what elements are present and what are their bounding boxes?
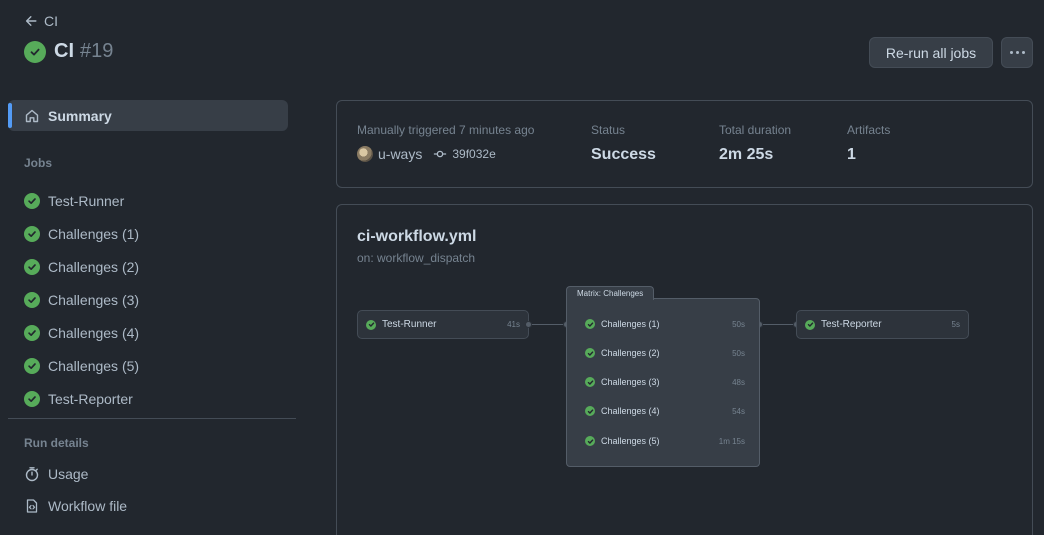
back-link-label: CI xyxy=(44,13,58,29)
matrix-job-label: Challenges (2) xyxy=(601,348,660,358)
run-number: #19 xyxy=(80,40,114,62)
check-circle-icon xyxy=(585,319,595,329)
check-circle-icon xyxy=(24,40,46,63)
commit-sha-link[interactable]: 39f032e xyxy=(452,147,495,161)
sidebar-job-item[interactable]: Test-Reporter xyxy=(24,382,284,415)
git-commit-icon xyxy=(434,150,447,158)
kebab-icon xyxy=(1009,51,1025,54)
graph-node-test-reporter[interactable]: Test-Reporter 5s xyxy=(796,310,969,339)
node-duration: 41s xyxy=(507,320,520,329)
sidebar-item-workflow-file[interactable]: Workflow file xyxy=(24,498,127,514)
check-circle-icon xyxy=(585,377,595,387)
avatar xyxy=(357,146,373,162)
active-indicator xyxy=(8,103,12,128)
check-circle-icon xyxy=(366,319,376,330)
check-circle-icon xyxy=(585,406,595,416)
matrix-job-duration: 50s xyxy=(732,319,745,329)
job-label: Challenges (5) xyxy=(48,357,140,374)
workflow-file-label: Workflow file xyxy=(48,498,128,514)
node-label: Test-Reporter xyxy=(821,319,882,330)
matrix-job-item[interactable]: Challenges (2) 50s xyxy=(585,345,745,361)
matrix-job-item[interactable]: Challenges (4) 54s xyxy=(585,403,745,419)
sidebar-job-item[interactable]: Challenges (2) xyxy=(24,250,284,283)
more-options-button[interactable] xyxy=(1001,37,1033,68)
check-circle-icon xyxy=(24,324,40,341)
trigger-meta: u-ways 39f032e xyxy=(357,146,496,162)
home-icon xyxy=(25,109,39,122)
actor-link[interactable]: u-ways xyxy=(378,146,422,162)
page-title: CI #19 xyxy=(24,40,113,63)
usage-label: Usage xyxy=(48,466,89,482)
matrix-job-label: Challenges (4) xyxy=(601,406,660,416)
duration-value: 2m 25s xyxy=(719,146,774,163)
status-value: Success xyxy=(591,146,656,163)
check-circle-icon xyxy=(585,436,595,446)
graph-connector xyxy=(760,324,797,325)
sidebar-item-label: Summary xyxy=(48,107,112,124)
sidebar-job-item[interactable]: Test-Runner xyxy=(24,184,284,217)
graph-connector xyxy=(529,324,567,325)
matrix-job-duration: 48s xyxy=(732,377,745,387)
check-circle-icon xyxy=(24,225,40,242)
workflow-name: CI xyxy=(54,40,74,62)
workflow-file-name: ci-workflow.yml xyxy=(357,228,477,245)
matrix-job-label: Challenges (3) xyxy=(601,377,660,387)
jobs-heading: Jobs xyxy=(24,156,53,170)
sidebar-job-item[interactable]: Challenges (1) xyxy=(24,217,284,250)
duration-label: Total duration xyxy=(719,123,792,137)
matrix-job-label: Challenges (5) xyxy=(601,436,660,446)
job-label: Challenges (3) xyxy=(48,291,140,308)
sidebar-job-item[interactable]: Challenges (5) xyxy=(24,349,284,382)
sidebar-divider xyxy=(8,418,296,419)
matrix-job-item[interactable]: Challenges (1) 50s xyxy=(585,316,745,332)
sidebar-job-item[interactable]: Challenges (4) xyxy=(24,316,284,349)
artifacts-label: Artifacts xyxy=(847,123,891,137)
check-circle-icon xyxy=(805,319,815,330)
jobs-list: Test-Runner Challenges (1) Challenges (2… xyxy=(24,184,284,415)
matrix-job-item[interactable]: Challenges (5) 1m 15s xyxy=(585,433,745,449)
workflow-trigger: on: workflow_dispatch xyxy=(357,251,476,265)
node-label: Test-Runner xyxy=(382,319,437,330)
matrix-job-duration: 1m 15s xyxy=(718,436,745,446)
job-label: Test-Runner xyxy=(48,192,125,209)
check-circle-icon xyxy=(585,348,595,358)
sidebar-item-usage[interactable]: Usage xyxy=(24,466,88,482)
rerun-all-jobs-button[interactable]: Re-run all jobs xyxy=(869,37,993,68)
run-summary-card: Manually triggered 7 minutes ago u-ways … xyxy=(336,100,1033,188)
check-circle-icon xyxy=(24,357,40,374)
run-details-heading: Run details xyxy=(24,436,89,450)
status-label: Status xyxy=(591,123,626,137)
job-label: Challenges (2) xyxy=(48,258,140,275)
job-label: Challenges (1) xyxy=(48,225,140,242)
matrix-job-duration: 54s xyxy=(732,406,745,416)
matrix-job-label: Challenges (1) xyxy=(601,319,660,329)
check-circle-icon xyxy=(24,390,40,407)
arrow-left-icon xyxy=(25,16,37,26)
file-code-icon xyxy=(26,499,38,513)
matrix-job-item[interactable]: Challenges (3) 48s xyxy=(585,374,745,390)
matrix-job-duration: 50s xyxy=(732,348,745,358)
back-link[interactable]: CI xyxy=(24,13,58,29)
graph-node-test-runner[interactable]: Test-Runner 41s xyxy=(357,310,529,339)
node-duration: 5s xyxy=(951,320,960,329)
check-circle-icon xyxy=(24,192,40,209)
sidebar-job-item[interactable]: Challenges (3) xyxy=(24,283,284,316)
job-label: Test-Reporter xyxy=(48,390,133,407)
check-circle-icon xyxy=(24,291,40,308)
stopwatch-icon xyxy=(25,467,39,482)
trigger-text: Manually triggered 7 minutes ago xyxy=(357,123,535,137)
job-label: Challenges (4) xyxy=(48,324,140,341)
matrix-title: Matrix: Challenges xyxy=(566,286,654,300)
artifacts-value[interactable]: 1 xyxy=(847,146,856,164)
connector-dot xyxy=(525,321,532,328)
check-circle-icon xyxy=(24,258,40,275)
sidebar-item-summary[interactable]: Summary xyxy=(8,100,288,131)
